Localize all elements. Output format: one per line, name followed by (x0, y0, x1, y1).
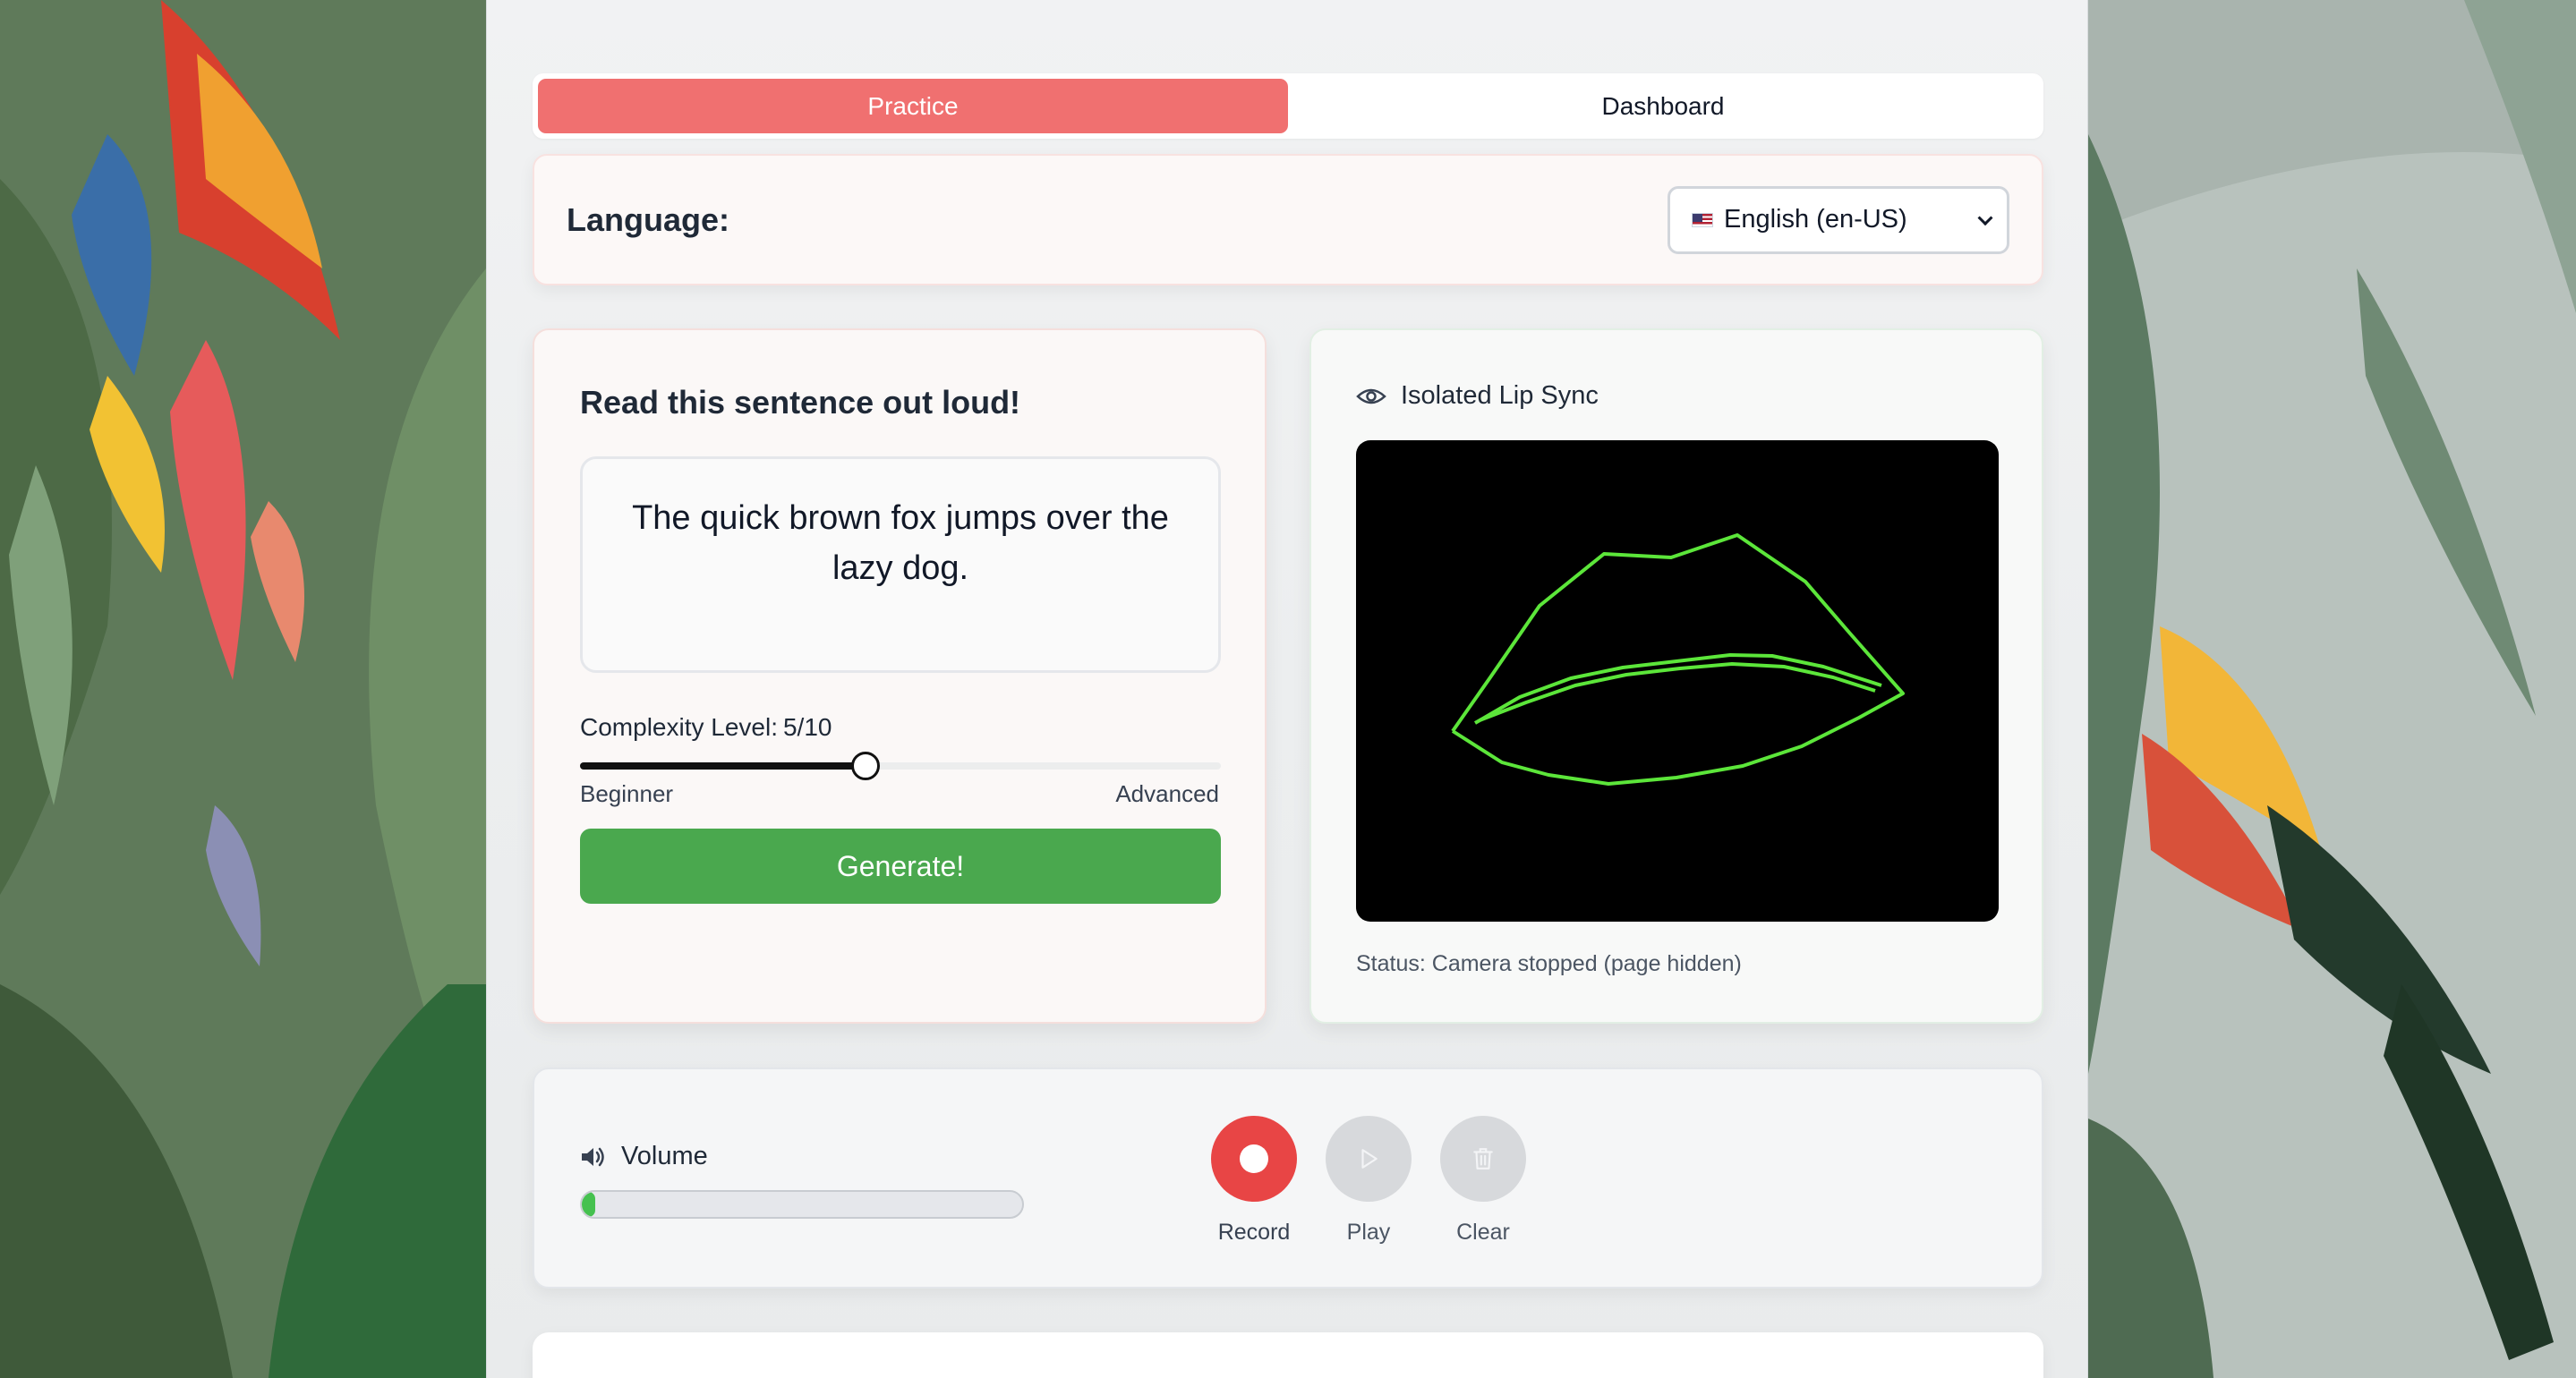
complexity-value: 5/10 (782, 713, 832, 741)
tab-dashboard[interactable]: Dashboard (1288, 79, 2038, 133)
volume-meter-fill (582, 1192, 595, 1217)
generate-button[interactable]: Generate! (580, 829, 1221, 904)
us-flag-icon (1692, 212, 1713, 227)
wallpaper-right (2088, 0, 2576, 1378)
clear-button[interactable] (1440, 1116, 1526, 1202)
main-column: Practice Dashboard Language: English (en… (486, 0, 2088, 1378)
slider-fill (580, 762, 866, 770)
volume-meter (580, 1190, 1024, 1219)
camera-status: Status: Camera stopped (page hidden) (1356, 951, 1742, 976)
nav-tabs: Practice Dashboard (533, 73, 2043, 139)
record-label: Record (1217, 1220, 1291, 1245)
wallpaper-left (0, 0, 486, 1378)
language-select[interactable]: English (en-US) (1668, 185, 2009, 254)
lip-sync-title-text: Isolated Lip Sync (1401, 381, 1599, 410)
lip-sync-canvas (1356, 440, 1999, 922)
trash-icon (1473, 1148, 1493, 1170)
record-control: Record (1211, 1116, 1297, 1246)
record-icon (1240, 1144, 1268, 1173)
volume-label-text: Volume (621, 1142, 708, 1170)
slider-max-label: Advanced (1115, 780, 1219, 807)
sentence-text: The quick brown fox jumps over the lazy … (580, 456, 1221, 673)
chevron-down-icon (1977, 209, 1993, 225)
play-control: Play (1326, 1116, 1412, 1246)
lip-outline-drawing (1451, 533, 1905, 786)
language-label: Language: (567, 200, 730, 238)
audio-controls-card: Volume Record Play Clear (533, 1068, 2043, 1289)
sentence-card: Read this sentence out loud! The quick b… (533, 328, 1267, 1024)
language-card: Language: English (en-US) (533, 154, 2043, 285)
practice-heading: Read this sentence out loud! (580, 384, 1021, 421)
lip-sync-title: Isolated Lip Sync (1356, 381, 1599, 411)
eye-icon (1356, 388, 1386, 404)
slider-thumb[interactable] (851, 752, 880, 780)
clear-label: Clear (1456, 1220, 1510, 1245)
lip-sync-card: Isolated Lip Sync Status: Camera stopped… (1309, 328, 2043, 1024)
lip-inner-upper (1473, 653, 1882, 725)
complexity-label: Complexity Level: 5/10 (580, 713, 832, 742)
play-label: Play (1346, 1220, 1391, 1245)
language-selected-value: English (en-US) (1724, 205, 1907, 234)
play-icon (1361, 1149, 1378, 1169)
lip-inner-lower (1479, 662, 1876, 722)
complexity-slider[interactable] (580, 752, 1221, 780)
tab-practice[interactable]: Practice (538, 79, 1288, 133)
next-section-card (533, 1332, 2043, 1378)
speaker-icon (582, 1147, 604, 1166)
clear-control: Clear (1440, 1116, 1526, 1246)
slider-min-label: Beginner (580, 780, 674, 807)
record-button[interactable] (1211, 1116, 1297, 1202)
complexity-label-text: Complexity Level: (580, 713, 778, 741)
play-button[interactable] (1326, 1116, 1412, 1202)
volume-label: Volume (580, 1142, 708, 1171)
